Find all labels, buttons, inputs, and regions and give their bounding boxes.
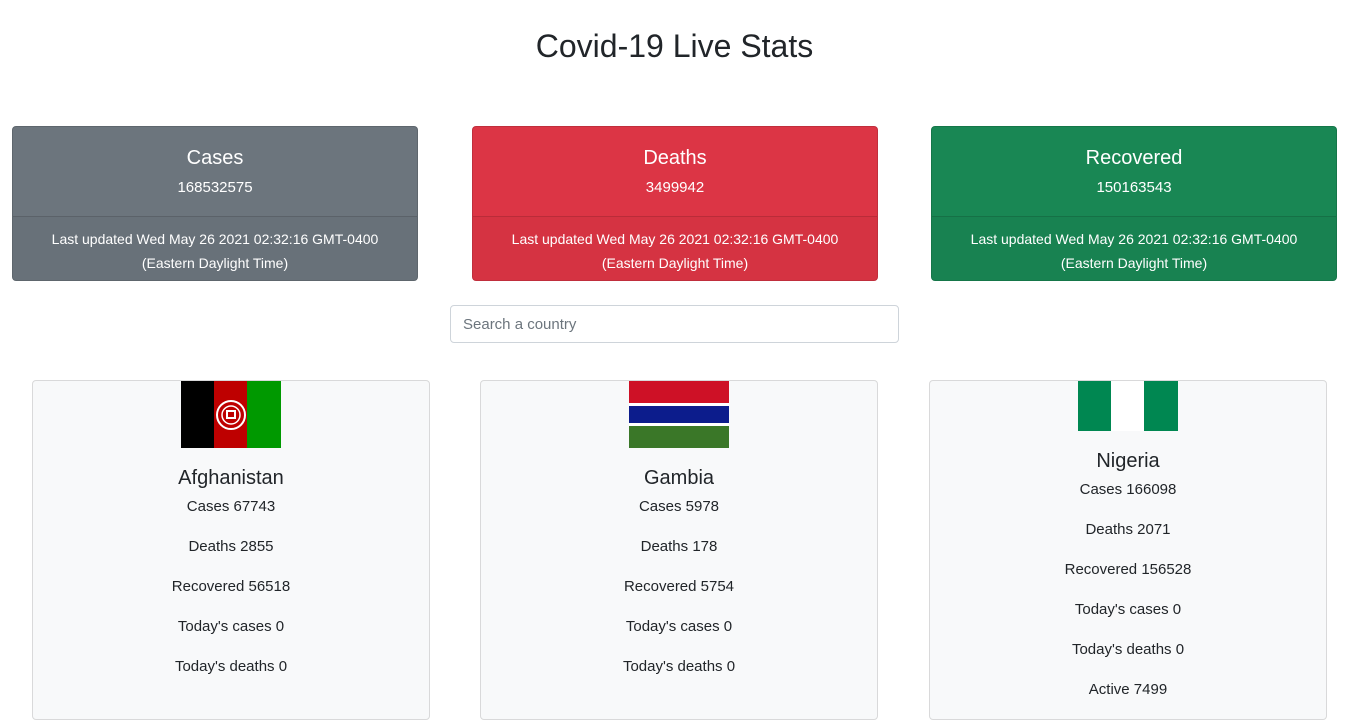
- country-today-deaths: Today's deaths 0: [174, 658, 288, 675]
- cases-card-title: Cases: [186, 147, 244, 169]
- cases-timezone: (Eastern Daylight Time): [141, 255, 289, 271]
- country-card-gambia: Gambia Cases 5978 Deaths 178 Recovered 5…: [480, 380, 878, 720]
- country-cases: Cases 67743: [186, 498, 276, 515]
- recovered-last-updated: Last updated Wed May 26 2021 02:32:16 GM…: [970, 231, 1298, 247]
- recovered-card-footer: Last updated Wed May 26 2021 02:32:16 GM…: [932, 216, 1336, 280]
- deaths-card-footer: Last updated Wed May 26 2021 02:32:16 GM…: [473, 216, 877, 280]
- country-active: Active 7499: [1088, 681, 1168, 698]
- country-stats: Cases 166098 Deaths 2071 Recovered 15652…: [930, 480, 1326, 700]
- country-stats: Cases 5978 Deaths 178 Recovered 5754 Tod…: [481, 497, 877, 677]
- deaths-last-updated: Last updated Wed May 26 2021 02:32:16 GM…: [511, 231, 839, 247]
- recovered-card-value: 150163543: [1096, 179, 1172, 196]
- cases-card-value: 168532575: [177, 179, 253, 196]
- cases-card-body: Cases 168532575: [13, 127, 417, 216]
- recovered-summary-card: Recovered 150163543 Last updated Wed May…: [931, 126, 1337, 281]
- cases-last-updated: Last updated Wed May 26 2021 02:32:16 GM…: [51, 231, 379, 247]
- deaths-card-body: Deaths 3499942: [473, 127, 877, 216]
- country-name: Nigeria: [1096, 450, 1160, 472]
- country-today-deaths: Today's deaths 0: [622, 658, 736, 675]
- cases-summary-card: Cases 168532575 Last updated Wed May 26 …: [12, 126, 418, 281]
- recovered-card-title: Recovered: [1085, 147, 1183, 169]
- country-recovered: Recovered 156528: [1064, 561, 1192, 578]
- recovered-card-body: Recovered 150163543: [932, 127, 1336, 216]
- recovered-timezone: (Eastern Daylight Time): [1060, 255, 1208, 271]
- deaths-card-title: Deaths: [643, 147, 707, 169]
- country-today-cases: Today's cases 0: [177, 618, 285, 635]
- country-today-cases: Today's cases 0: [625, 618, 733, 635]
- gambia-flag-icon: [629, 381, 729, 448]
- country-card-afghanistan: Afghanistan Cases 67743 Deaths 2855 Reco…: [32, 380, 430, 720]
- country-stats: Cases 67743 Deaths 2855 Recovered 56518 …: [33, 497, 429, 677]
- country-deaths: Deaths 178: [640, 538, 718, 555]
- country-deaths: Deaths 2855: [188, 538, 274, 555]
- deaths-card-value: 3499942: [645, 179, 705, 196]
- country-today-deaths: Today's deaths 0: [1071, 641, 1185, 658]
- country-cases: Cases 5978: [638, 498, 720, 515]
- country-cases: Cases 166098: [1079, 481, 1177, 498]
- country-recovered: Recovered 5754: [623, 578, 735, 595]
- deaths-timezone: (Eastern Daylight Time): [601, 255, 749, 271]
- country-today-cases: Today's cases 0: [1074, 601, 1182, 618]
- country-name: Gambia: [643, 467, 715, 489]
- country-card-nigeria: Nigeria Cases 166098 Deaths 2071 Recover…: [929, 380, 1327, 720]
- cases-card-footer: Last updated Wed May 26 2021 02:32:16 GM…: [13, 216, 417, 280]
- nigeria-flag-icon: [1078, 381, 1178, 431]
- country-search-input[interactable]: [450, 305, 899, 343]
- page-title: Covid-19 Live Stats: [535, 28, 814, 64]
- deaths-summary-card: Deaths 3499942 Last updated Wed May 26 2…: [472, 126, 878, 281]
- country-deaths: Deaths 2071: [1085, 521, 1171, 538]
- country-name: Afghanistan: [178, 467, 284, 489]
- afghanistan-flag-icon: [181, 381, 281, 448]
- country-recovered: Recovered 56518: [171, 578, 291, 595]
